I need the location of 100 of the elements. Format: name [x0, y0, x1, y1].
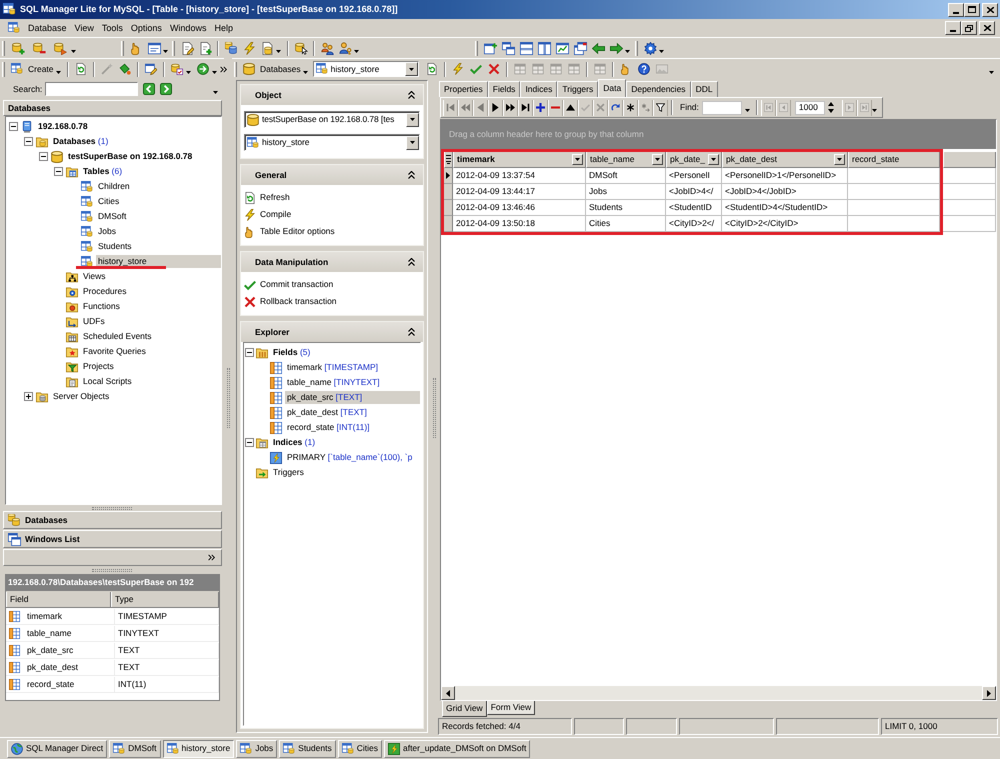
horizontal-scrollbar[interactable] [441, 686, 996, 700]
menu-item[interactable]: Help [210, 22, 237, 34]
arrow-circle-icon[interactable] [196, 63, 209, 75]
dropdown-arrow-icon[interactable] [659, 50, 664, 52]
column-header[interactable]: table_name [586, 152, 666, 168]
scroll-right-icon[interactable] [987, 690, 991, 696]
column-header[interactable]: record_state [848, 152, 940, 168]
collapse-icon[interactable] [245, 438, 254, 447]
tab[interactable]: Properties [439, 81, 488, 97]
page-size-field[interactable]: 1000 [794, 100, 825, 114]
user-key-icon[interactable] [338, 42, 352, 54]
taskbar-button[interactable]: Cities [338, 740, 382, 758]
right-triangle-icon[interactable] [491, 103, 500, 112]
task-link[interactable]: Rollback transaction [244, 295, 420, 308]
lightning-icon[interactable] [452, 63, 464, 75]
tree-item[interactable]: history_store [96, 255, 221, 268]
section-header[interactable]: Explorer [241, 322, 423, 342]
filter-icon[interactable] [656, 103, 665, 112]
dropdown-arrow-icon[interactable] [186, 70, 191, 74]
tree-item[interactable]: Triggers [271, 466, 306, 479]
menu-item[interactable]: Tools [98, 22, 127, 34]
tree-item[interactable]: Favorite Queries [81, 345, 148, 358]
dropdown-arrow-icon[interactable] [837, 158, 842, 161]
tree-item[interactable]: timemark [TIMESTAMP] [285, 361, 380, 374]
more-chevron-icon[interactable] [208, 554, 215, 561]
tree-item[interactable]: Databases (1) [51, 135, 110, 148]
database-arrow-icon[interactable] [54, 42, 67, 54]
double-right-icon[interactable] [506, 103, 515, 112]
tab[interactable]: Grid View [442, 701, 487, 717]
section-header[interactable]: Data Manipulation [241, 252, 423, 272]
cascade-windows-icon[interactable] [502, 42, 514, 54]
database-plus-icon[interactable] [12, 42, 25, 54]
dropdown-arrow-icon[interactable] [302, 70, 308, 74]
refresh-icon[interactable] [74, 63, 87, 75]
column-header[interactable]: Field [6, 592, 111, 606]
taskbar-button[interactable]: history_store [162, 740, 234, 758]
tree-item[interactable]: Local Scripts [81, 375, 134, 388]
dropdown-arrow-icon[interactable] [71, 50, 76, 52]
dropdown-arrow-icon[interactable] [354, 50, 359, 52]
minimize-button[interactable] [948, 2, 964, 16]
database-check-icon[interactable] [170, 63, 183, 75]
window-plus-icon[interactable] [484, 42, 496, 54]
task-link[interactable]: Refresh [244, 191, 420, 204]
up-triangle-icon[interactable] [566, 103, 575, 112]
tab[interactable]: Form View [486, 701, 536, 715]
tree-item[interactable]: Students [96, 240, 134, 253]
tree-item[interactable]: Jobs [96, 225, 118, 238]
tree-item[interactable]: DMSoft [96, 210, 128, 223]
tree-item[interactable]: Indices (1) [271, 436, 318, 449]
column-header[interactable]: pk_date_dest [722, 152, 848, 168]
column-header[interactable]: Type [111, 592, 219, 606]
task-link[interactable]: Table Editor options [244, 225, 420, 238]
window-icon[interactable] [148, 42, 160, 54]
plus-icon[interactable] [536, 103, 545, 112]
tree-item[interactable]: Functions [81, 300, 122, 313]
window-pencil-icon[interactable] [144, 63, 157, 75]
task-link[interactable]: Compile [244, 208, 420, 221]
maximize-button[interactable] [964, 2, 980, 16]
tab[interactable]: Dependencies [626, 81, 691, 97]
taskbar-button[interactable]: DMSoft [109, 740, 161, 758]
tile-vertical-icon[interactable] [538, 42, 550, 54]
lines-icon[interactable] [446, 155, 451, 164]
section-header[interactable]: Object [241, 85, 423, 105]
tree-item[interactable]: Server Objects [51, 390, 112, 403]
collapse-icon[interactable] [245, 348, 254, 357]
dropdown-arrow-icon[interactable] [163, 50, 168, 52]
table-combo[interactable]: history_store [312, 61, 419, 77]
taskbar-button[interactable]: Jobs [236, 740, 278, 758]
object-combo[interactable]: testSuperBase on 192.168.0.78 [tes [244, 111, 420, 128]
tree-item[interactable]: Views [81, 270, 108, 283]
tree-item[interactable]: 192.168.0.78 [36, 120, 90, 133]
tree-item[interactable]: Children [96, 180, 132, 193]
menu-item[interactable]: Database [24, 22, 71, 34]
tree-item[interactable]: testSuperBase on 192.168.0.78 [66, 150, 194, 163]
task-link[interactable]: Commit transaction [244, 278, 420, 291]
menu-item[interactable]: View [70, 22, 98, 34]
dropdown-arrow-icon[interactable] [213, 90, 218, 94]
dropdown-arrow-icon[interactable] [711, 158, 716, 161]
row-indicator[interactable] [444, 168, 453, 184]
dropdown-arrow-icon[interactable] [872, 109, 877, 112]
tree-item[interactable]: Scheduled Events [81, 330, 154, 343]
spin-arrows-icon[interactable] [828, 102, 834, 113]
forward-arrow-icon[interactable] [610, 42, 622, 54]
dropdown-arrow-icon[interactable] [56, 70, 61, 74]
column-header[interactable]: timemark [453, 152, 586, 168]
toolbar-button[interactable]: Databases [240, 63, 303, 75]
stacked-windows-icon[interactable] [574, 42, 586, 54]
database-pointer-icon[interactable] [294, 42, 308, 54]
dropdown-arrow-icon[interactable] [625, 50, 630, 52]
tile-horizontal-icon[interactable] [520, 42, 532, 54]
users-icon[interactable] [320, 42, 334, 54]
tree-item[interactable]: table_name [TINYTEXT] [285, 376, 382, 389]
asterisk-icon[interactable] [626, 103, 635, 112]
section-header[interactable]: General [241, 165, 423, 185]
redo-arrow-icon[interactable] [611, 103, 620, 112]
skip-last-icon[interactable] [521, 103, 530, 112]
document-pencil-icon[interactable] [180, 42, 194, 54]
tree-item[interactable]: Procedures [81, 285, 128, 298]
find-field[interactable] [702, 100, 742, 114]
dropdown-arrow-icon[interactable] [575, 158, 580, 161]
